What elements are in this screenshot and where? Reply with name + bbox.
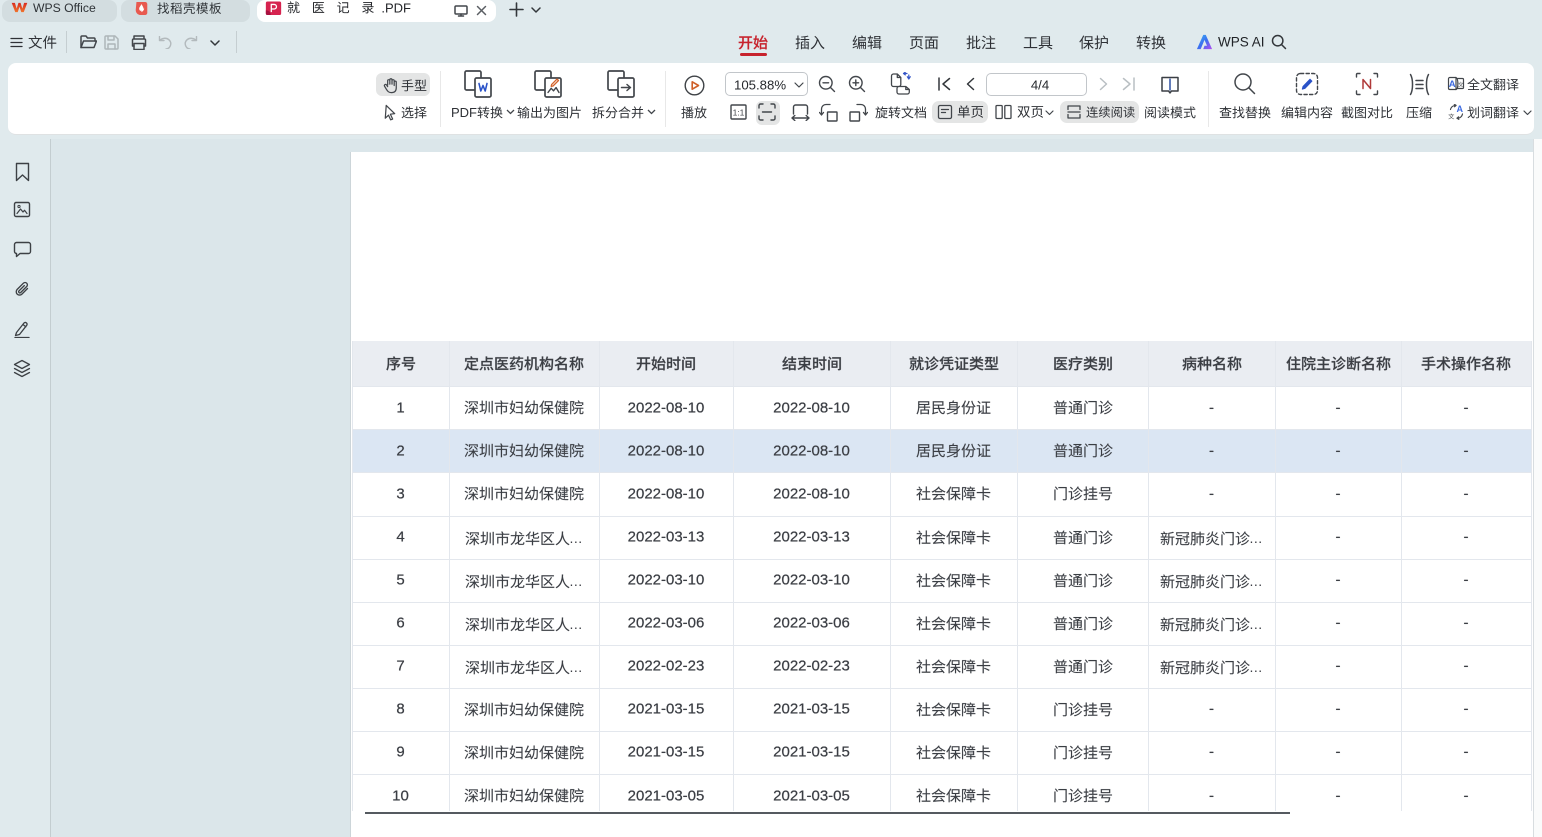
svg-text:A: A: [1456, 104, 1463, 114]
svg-text:A: A: [1449, 79, 1456, 90]
svg-text:1:1: 1:1: [732, 108, 744, 118]
